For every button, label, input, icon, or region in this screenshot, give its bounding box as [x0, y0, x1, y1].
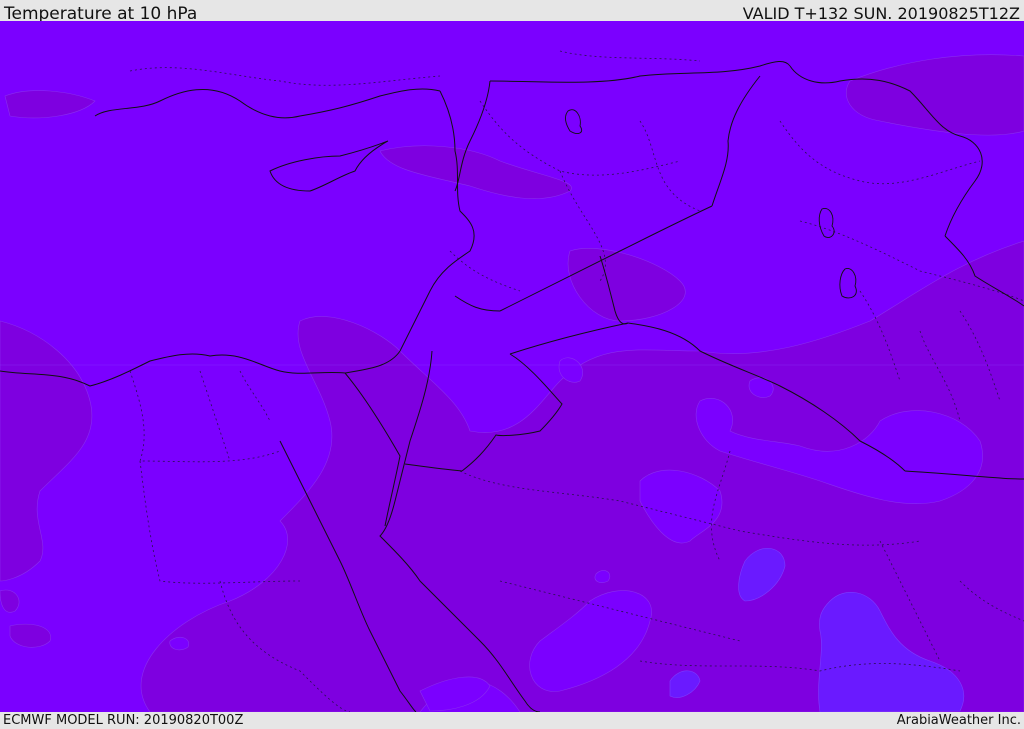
model-run-label: ECMWF MODEL RUN: 20190820T00Z: [3, 713, 244, 728]
footer-bar: ECMWF MODEL RUN: 20190820T00Z ArabiaWeat…: [0, 712, 1024, 729]
credit-label: ArabiaWeather Inc.: [896, 713, 1021, 728]
forecast-map[interactable]: [0, 21, 1024, 712]
header-bar: Temperature at 10 hPa VALID T+132 SUN. 2…: [0, 0, 1024, 24]
